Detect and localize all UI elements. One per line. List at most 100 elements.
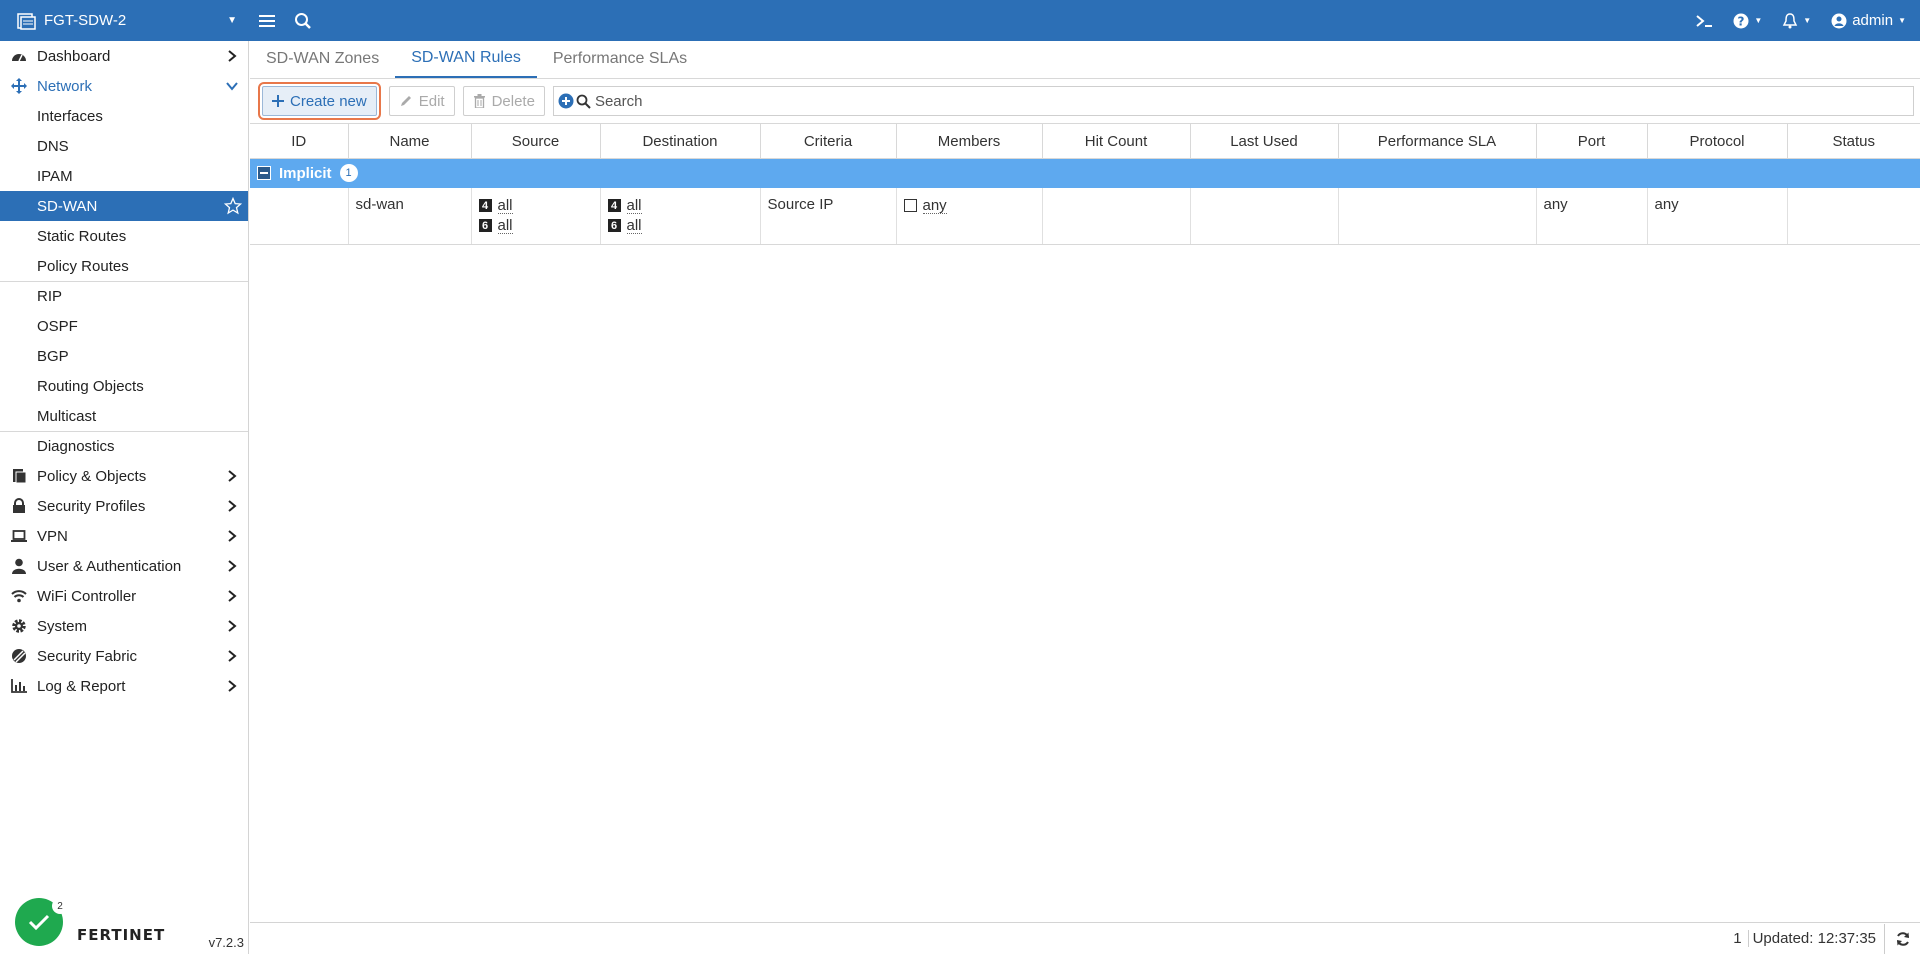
chevron-right-icon xyxy=(228,500,237,512)
sidebar-item-wifi-controller[interactable]: WiFi Controller xyxy=(0,581,248,611)
column-header-id[interactable]: ID xyxy=(250,123,349,159)
user-name: admin xyxy=(1852,12,1894,29)
refresh-button[interactable] xyxy=(1884,923,1920,954)
sidebar-item-static-routes[interactable]: Static Routes xyxy=(0,221,248,251)
sidebar-item-system[interactable]: System xyxy=(0,611,248,641)
sidebar-item-policy-objects[interactable]: Policy & Objects xyxy=(0,461,248,491)
column-header-name[interactable]: Name xyxy=(348,123,472,159)
caret-down-icon: ▼ xyxy=(1898,16,1906,25)
sidebar: Dashboard Network Interfaces DNS IPAM SD… xyxy=(0,41,249,954)
device-selector[interactable]: FGT-SDW-2 ▼ xyxy=(0,0,249,41)
column-header-performance-sla[interactable]: Performance SLA xyxy=(1338,123,1537,159)
refresh-icon xyxy=(1896,931,1909,946)
column-header-members[interactable]: Members xyxy=(896,123,1043,159)
sidebar-item-routing-objects[interactable]: Routing Objects xyxy=(0,371,248,401)
user-menu[interactable]: admin ▼ xyxy=(1831,12,1906,29)
chevron-right-icon xyxy=(228,620,237,632)
star-icon[interactable] xyxy=(224,197,242,215)
create-new-label: Create new xyxy=(290,92,367,110)
fabric-icon xyxy=(10,647,28,665)
sidebar-item-network[interactable]: Network xyxy=(0,71,248,101)
notifications-menu[interactable]: ▼ xyxy=(1782,12,1811,29)
sidebar-item-multicast[interactable]: Multicast xyxy=(0,401,248,431)
notification-count-badge: 2 xyxy=(52,898,68,914)
toolbar: Create new Edit Delete xyxy=(250,79,1920,123)
pencil-icon xyxy=(400,96,411,106)
source-ipv6-address[interactable]: all xyxy=(497,218,513,234)
group-label: Implicit xyxy=(279,164,332,182)
policy-icon xyxy=(10,467,28,485)
create-new-button[interactable]: Create new xyxy=(262,86,377,116)
sidebar-item-security-fabric[interactable]: Security Fabric xyxy=(0,641,248,671)
source-ipv4-address[interactable]: all xyxy=(497,198,513,214)
column-header-last-used[interactable]: Last Used xyxy=(1190,123,1339,159)
chevron-right-icon xyxy=(228,560,237,572)
table-row[interactable]: sd-wan 4 all 6 all 4 all 6 all Source IP any… xyxy=(250,187,1920,245)
sidebar-item-user-authentication[interactable]: User & Authentication xyxy=(0,551,248,581)
global-search-button[interactable] xyxy=(285,0,321,41)
cli-console-button[interactable] xyxy=(1695,14,1713,28)
laptop-icon xyxy=(10,527,28,545)
tab-bar: SD-WAN Zones SD-WAN Rules Performance SL… xyxy=(250,41,1920,79)
edit-label: Edit xyxy=(418,92,445,110)
search-icon xyxy=(295,12,311,29)
interface-icon xyxy=(903,199,917,212)
column-header-status[interactable]: Status xyxy=(1787,123,1920,159)
tab-sd-wan-zones[interactable]: SD-WAN Zones xyxy=(250,40,395,78)
table-header-row: ID Name Source Destination Criteria Memb… xyxy=(250,123,1920,159)
collapse-toggle-icon[interactable] xyxy=(257,166,271,181)
sidebar-item-dashboard[interactable]: Dashboard xyxy=(0,41,248,71)
sidebar-item-sd-wan[interactable]: SD-WAN xyxy=(0,191,248,221)
status-bar: 1 Updated: 12:37:35 xyxy=(250,922,1920,954)
hamburger-icon xyxy=(259,14,275,27)
help-menu[interactable]: ? ▼ xyxy=(1733,13,1762,29)
destination-ipv4-address[interactable]: all xyxy=(626,198,642,214)
cell-members: any xyxy=(896,187,1043,245)
add-filter-button[interactable] xyxy=(556,86,576,116)
sidebar-item-security-profiles[interactable]: Security Profiles xyxy=(0,491,248,521)
cell-destination: 4 all 6 all xyxy=(600,187,761,245)
user-icon xyxy=(10,557,28,575)
caret-down-icon: ▼ xyxy=(227,15,237,26)
gear-icon xyxy=(10,617,28,635)
help-icon: ? xyxy=(1733,13,1749,28)
chevron-right-icon xyxy=(228,590,237,602)
column-header-criteria[interactable]: Criteria xyxy=(760,123,897,159)
sidebar-item-log-report[interactable]: Log & Report xyxy=(0,671,248,701)
cell-name: sd-wan xyxy=(348,187,472,245)
sidebar-item-ipam[interactable]: IPAM xyxy=(0,161,248,191)
chevron-right-icon xyxy=(228,470,237,482)
sidebar-item-bgp[interactable]: BGP xyxy=(0,341,248,371)
chevron-right-icon xyxy=(228,50,237,62)
sidebar-item-vpn[interactable]: VPN xyxy=(0,521,248,551)
group-row-implicit[interactable]: Implicit 1 xyxy=(250,158,1920,188)
edit-button[interactable]: Edit xyxy=(388,86,455,116)
main-content: SD-WAN Zones SD-WAN Rules Performance SL… xyxy=(250,41,1920,954)
member-any[interactable]: any xyxy=(922,198,947,214)
search-input[interactable] xyxy=(594,87,1913,115)
cell-source: 4 all 6 all xyxy=(471,187,601,245)
column-header-source[interactable]: Source xyxy=(471,123,601,159)
destination-ipv6-address[interactable]: all xyxy=(626,218,642,234)
tab-performance-slas[interactable]: Performance SLAs xyxy=(537,40,703,78)
device-icon xyxy=(17,12,36,30)
sidebar-item-rip[interactable]: RIP xyxy=(0,281,248,311)
menu-toggle-button[interactable] xyxy=(249,0,285,41)
user-circle-icon xyxy=(1831,13,1847,28)
sidebar-item-interfaces[interactable]: Interfaces xyxy=(0,101,248,131)
delete-label: Delete xyxy=(491,92,535,110)
column-header-port[interactable]: Port xyxy=(1536,123,1648,159)
network-icon xyxy=(10,77,28,95)
sidebar-item-policy-routes[interactable]: Policy Routes xyxy=(0,251,248,281)
fortinet-logo: FERTINET xyxy=(77,926,166,944)
column-header-destination[interactable]: Destination xyxy=(600,123,761,159)
tab-sd-wan-rules[interactable]: SD-WAN Rules xyxy=(395,40,537,78)
column-header-hit-count[interactable]: Hit Count xyxy=(1042,123,1191,159)
delete-button[interactable]: Delete xyxy=(462,86,545,116)
sidebar-item-dns[interactable]: DNS xyxy=(0,131,248,161)
sidebar-item-ospf[interactable]: OSPF xyxy=(0,311,248,341)
cell-performance-sla xyxy=(1338,187,1537,245)
column-header-protocol[interactable]: Protocol xyxy=(1647,123,1788,159)
sidebar-item-diagnostics[interactable]: Diagnostics xyxy=(0,431,248,461)
chevron-right-icon xyxy=(228,650,237,662)
